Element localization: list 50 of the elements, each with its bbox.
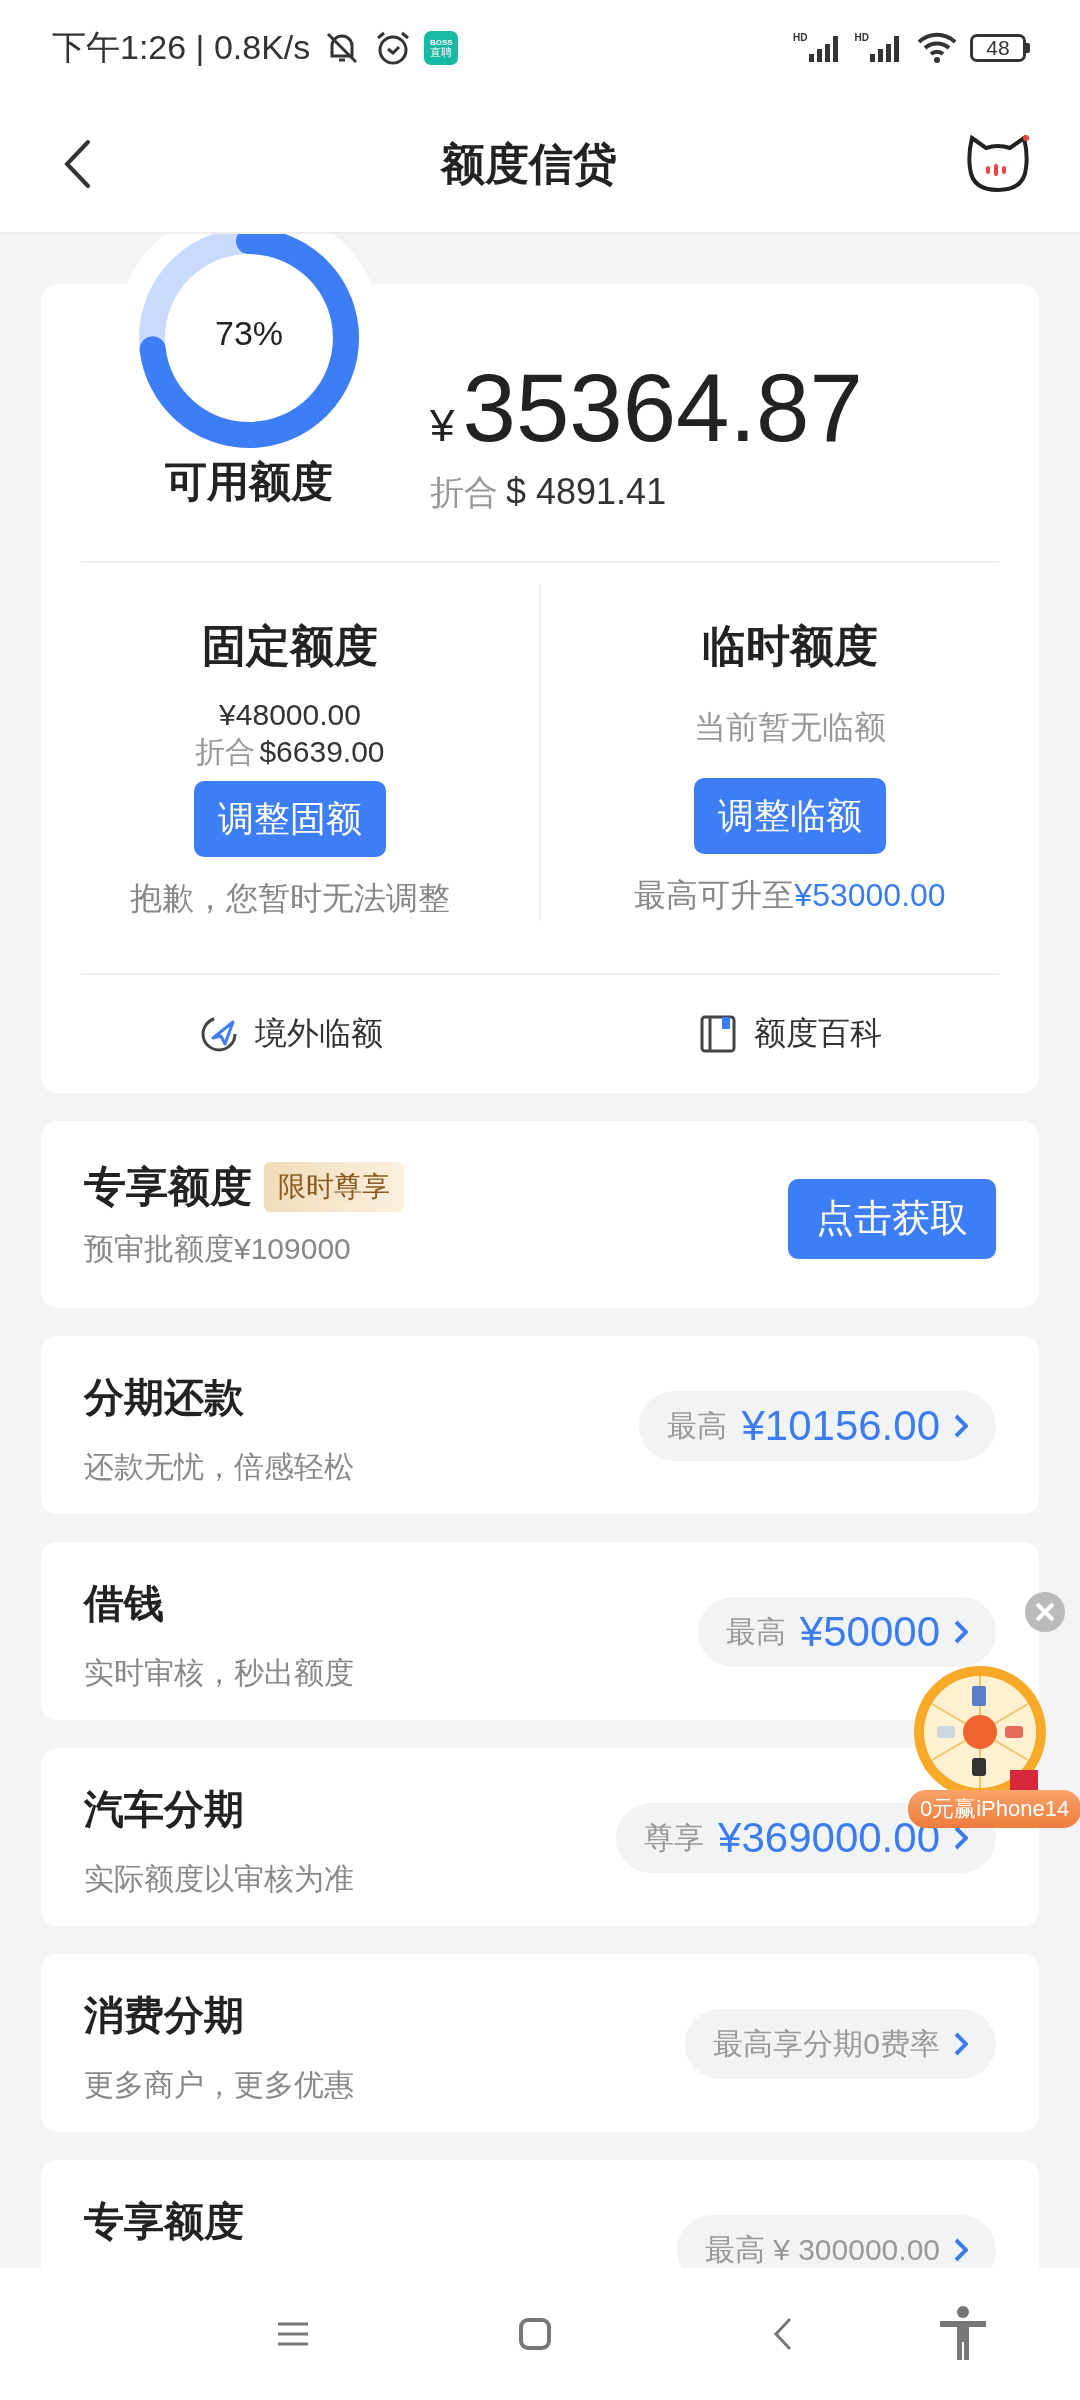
limit-note: 抱歉，您暂时无法调整 bbox=[130, 879, 450, 918]
product-card[interactable]: 分期还款 还款无忧，倍感轻松 最高 ¥10156.00 bbox=[41, 1336, 1039, 1514]
product-subtitle: 还款无忧，倍感轻松 bbox=[84, 1449, 355, 1485]
product-card[interactable]: 消费分期 更多商户，更多优惠 最高享分期0费率 bbox=[41, 1954, 1039, 2132]
product-title: 借钱 bbox=[84, 1580, 165, 1627]
chevron-icon bbox=[954, 2238, 968, 2262]
accessibility-icon[interactable] bbox=[938, 2306, 988, 2362]
limit-amount: ¥48000.00 bbox=[219, 698, 361, 732]
get-button[interactable]: 点击获取 bbox=[788, 1178, 996, 1259]
adjust-button[interactable]: 调整临额 bbox=[694, 778, 886, 854]
cat-face-icon[interactable] bbox=[966, 134, 1030, 194]
limit-title: 临时额度 bbox=[702, 620, 878, 672]
product-card[interactable]: 借钱 实时审核，秒出额度 最高 ¥50000 bbox=[41, 1542, 1039, 1720]
available-amount: ¥35364.87 bbox=[430, 360, 863, 456]
adjust-button[interactable]: 调整固额 bbox=[194, 781, 386, 857]
product-subtitle: 更多商户，更多优惠 bbox=[84, 2067, 355, 2103]
limit-pill[interactable]: 最高享分期0费率 bbox=[685, 2009, 996, 2079]
status-time: 下午1:26 | 0.8K/s bbox=[52, 27, 311, 68]
limit-note: 最高可升至¥53000.00 bbox=[634, 876, 946, 915]
limit-pill[interactable]: 最高 ¥10156.00 bbox=[639, 1391, 996, 1461]
promo-tag: 限时尊享 bbox=[264, 1162, 404, 1212]
menu-icon[interactable] bbox=[276, 2321, 310, 2347]
card-title: 专享额度 bbox=[84, 1162, 252, 1212]
limit-status: 当前暂无临额 bbox=[694, 708, 886, 747]
chevron-icon bbox=[954, 1826, 968, 1850]
wifi-icon bbox=[916, 31, 958, 65]
limit-pill[interactable]: 最高 ¥50000 bbox=[697, 1597, 996, 1667]
limit-title: 固定额度 bbox=[202, 620, 378, 672]
limit-pill[interactable]: 最高 ¥ 300000.00 bbox=[676, 2215, 996, 2268]
chevron-icon bbox=[954, 2032, 968, 2056]
link-label[interactable]: 额度百科 bbox=[753, 1012, 882, 1056]
product-card[interactable]: 专享额度 最高 ¥ 300000.00 bbox=[41, 2160, 1039, 2268]
product-subtitle: 实际额度以审核为准 bbox=[84, 1861, 355, 1897]
product-title: 汽车分期 bbox=[84, 1786, 245, 1833]
available-label: 可用额度 bbox=[165, 457, 333, 507]
product-subtitle: 实时审核，秒出额度 bbox=[84, 1655, 355, 1691]
card-subtitle: 预审批额度¥109000 bbox=[84, 1231, 352, 1267]
page-title: 额度信贷 bbox=[441, 137, 617, 190]
ring-percent: 73% bbox=[213, 314, 285, 353]
product-title: 专享额度 bbox=[84, 2198, 245, 2245]
chevron-icon bbox=[954, 1620, 968, 1644]
back-icon[interactable] bbox=[62, 139, 92, 189]
product-title: 分期还款 bbox=[84, 1374, 245, 1421]
converted-amount: 折合$6639.00 bbox=[195, 734, 385, 770]
product-title: 消费分期 bbox=[84, 1992, 245, 2039]
link-label[interactable]: 境外临额 bbox=[254, 1012, 383, 1056]
home-icon[interactable] bbox=[519, 2318, 551, 2350]
converted-amount: 折合 $ 4891.41 bbox=[430, 470, 668, 514]
app-icon: BOSS 直聘 bbox=[424, 31, 459, 65]
chevron-icon bbox=[954, 1414, 968, 1438]
